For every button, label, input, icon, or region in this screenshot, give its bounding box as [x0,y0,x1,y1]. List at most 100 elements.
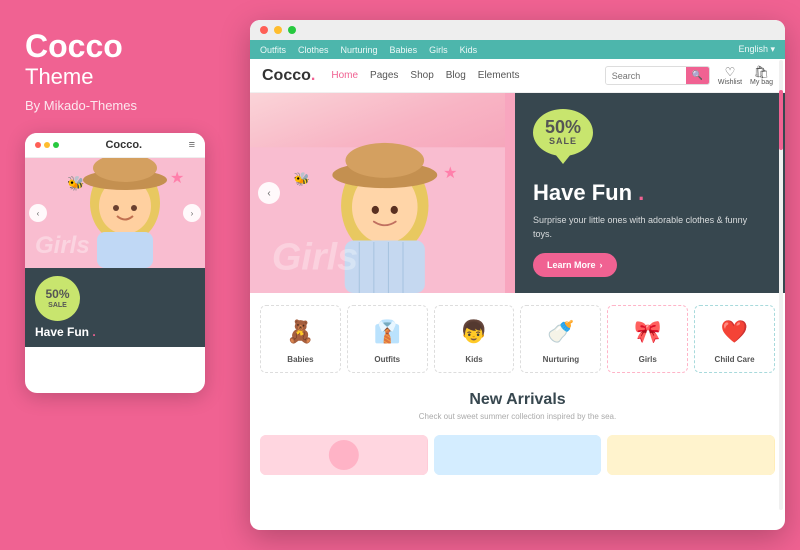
mobile-menu-icon[interactable]: ≡ [189,139,195,151]
category-nurturing[interactable]: 🍼 Nurturing [520,305,601,373]
nav-pages[interactable]: Pages [370,70,398,81]
nav-elements[interactable]: Elements [478,70,520,81]
outfits-label: Outfits [374,355,400,364]
category-childcare[interactable]: ❤️ Child Care [694,305,775,373]
kids-label: Kids [465,355,482,364]
bag-icon: 🛍 [754,65,769,79]
product-card-1[interactable] [260,435,428,475]
hero-girl-svg: 🐝 ★ Girls [250,93,505,293]
nav-shop[interactable]: Shop [410,70,433,81]
svg-text:★: ★ [443,164,457,182]
mobile-dot-red [35,142,41,148]
top-nav-girls[interactable]: Girls [429,45,448,55]
product-image-3 [607,435,775,475]
mobile-prev-arrow[interactable]: ‹ [29,204,47,222]
nurturing-label: Nurturing [543,355,579,364]
svg-text:🐝: 🐝 [294,172,310,187]
wishlist-label: Wishlist [718,79,742,86]
heart-icon: ♡ [725,65,736,79]
top-nav-babies[interactable]: Babies [390,45,418,55]
top-nav-nurturing[interactable]: Nurturing [341,45,378,55]
mobile-sale-label: SALE [48,302,67,310]
sale-label: SALE [549,137,577,147]
top-nav-outfits[interactable]: Outfits [260,45,286,55]
nurturing-icon: 🍼 [543,314,579,350]
svg-text:★: ★ [170,170,184,187]
new-arrivals-title: New Arrivals [260,391,775,409]
category-girls[interactable]: 🎀 Girls [607,305,688,373]
learn-more-label: Learn More [547,260,596,270]
childcare-icon: ❤️ [717,314,753,350]
girls-icon: 🎀 [630,314,666,350]
svg-text:Girls: Girls [35,232,90,259]
sale-badge: 50% SALE [533,109,593,156]
mobile-next-arrow[interactable]: › [183,204,201,222]
hero-section: 🐝 ★ Girls ‹ › 50% SALE Have Fun . Surpri… [250,93,785,293]
category-kids[interactable]: 👦 Kids [434,305,515,373]
bag-icon-group[interactable]: 🛍 My bag [750,65,773,86]
nav-logo: Cocco. [262,67,315,85]
search-button[interactable]: 🔍 [686,67,709,84]
product-image-1 [260,435,428,475]
mobile-dark-section: 50% SALE Have Fun . [25,268,205,347]
sale-percent: 50% [545,118,581,138]
categories-row: 🧸 Babies 👔 Outfits 👦 Kids 🍼 Nurturing 🎀 … [250,293,785,385]
nav-right: 🔍 ♡ Wishlist 🛍 My bag [605,65,773,86]
mobile-hero: ★ 🐝 Girls ‹ › [25,158,205,268]
main-nav: Cocco. Home Pages Shop Blog Elements 🔍 ♡… [250,59,785,93]
nav-links: Home Pages Shop Blog Elements [331,70,604,81]
scrollbar-thumb [779,90,783,150]
hero-heading: Have Fun . [533,180,767,206]
brand-subtitle: Theme [25,64,225,90]
product-card-2[interactable] [434,435,602,475]
category-outfits[interactable]: 👔 Outfits [347,305,428,373]
hero-photo: 🐝 ★ Girls ‹ › [250,93,505,293]
search-bar: 🔍 [605,66,710,85]
childcare-label: Child Care [715,355,755,364]
hero-prev-arrow[interactable]: ‹ [258,182,280,204]
nav-home[interactable]: Home [331,70,358,81]
mobile-logo: Cocco. [105,139,142,151]
svg-text:Girls: Girls [272,237,358,279]
browser-content: Outfits Clothes Nurturing Babies Girls K… [250,40,785,530]
product-image-2 [434,435,602,475]
outfits-icon: 👔 [369,314,405,350]
mobile-dots [35,142,59,148]
mobile-dot-yellow [44,142,50,148]
chrome-dot-red [260,26,268,34]
nav-blog[interactable]: Blog [446,70,466,81]
bag-label: My bag [750,79,773,86]
mobile-dot-green [53,142,59,148]
babies-label: Babies [287,355,313,364]
category-babies[interactable]: 🧸 Babies [260,305,341,373]
top-nav-clothes[interactable]: Clothes [298,45,329,55]
left-panel: Cocco Theme By Mikado-Themes Cocco. ≡ [0,0,250,550]
brand-name: Cocco [25,30,225,62]
product-row [250,429,785,475]
wishlist-icon-group[interactable]: ♡ Wishlist [718,65,742,86]
babies-icon: 🧸 [282,314,318,350]
hero-description: Surprise your little ones with adorable … [533,214,767,241]
mobile-mockup: Cocco. ≡ [25,133,205,393]
chrome-dot-green [288,26,296,34]
mobile-have-fun: Have Fun . [35,325,195,339]
mobile-sale-percent: 50% [45,287,69,301]
new-arrivals-section: New Arrivals Check out sweet summer coll… [250,385,785,429]
mobile-girl-svg: ★ 🐝 Girls [25,158,205,268]
top-nav-language[interactable]: English ▾ [738,44,775,55]
learn-more-button[interactable]: Learn More › [533,253,617,277]
scrollbar[interactable] [779,60,783,510]
svg-text:🐝: 🐝 [67,175,84,192]
mobile-top-bar: Cocco. ≡ [25,133,205,158]
top-nav-kids[interactable]: Kids [460,45,478,55]
browser-window: Outfits Clothes Nurturing Babies Girls K… [250,20,785,530]
chrome-dot-yellow [274,26,282,34]
brand-by: By Mikado-Themes [25,98,225,113]
kids-icon: 👦 [456,314,492,350]
search-input[interactable] [606,68,686,84]
mobile-hero-image: ★ 🐝 Girls ‹ › [25,158,205,268]
hero-right-panel: 50% SALE Have Fun . Surprise your little… [515,93,785,293]
arrow-icon: › [600,260,603,270]
product-card-3[interactable] [607,435,775,475]
browser-chrome [250,20,785,40]
